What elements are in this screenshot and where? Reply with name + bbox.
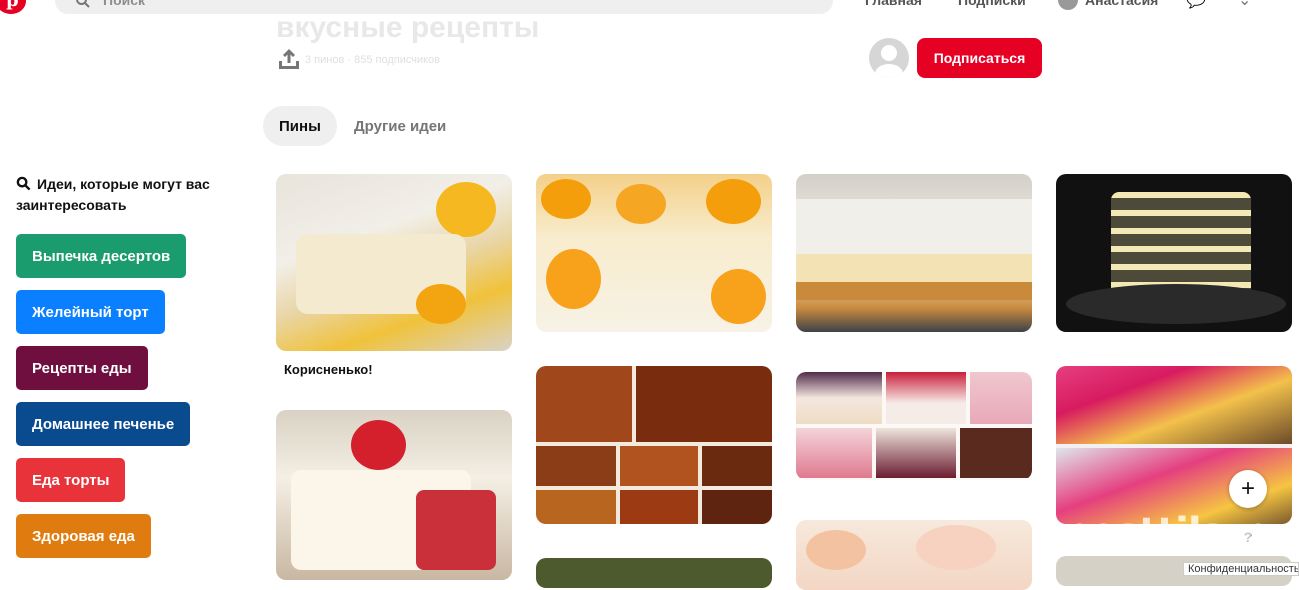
sidebar-heading: Идеи, которые могут вас заинтересовать: [16, 174, 246, 216]
top-bar: Поиск Главная Подписки Анастасия 💬 ⌄: [0, 0, 1299, 14]
nav-profile[interactable]: Анастасия: [1085, 0, 1158, 8]
pin-image-strawberry-cake[interactable]: [276, 410, 512, 580]
watermark: posttila.ru: [1062, 510, 1288, 556]
chevron-down-icon[interactable]: ⌄: [1238, 0, 1260, 10]
tab-pins[interactable]: Пины: [263, 106, 337, 146]
profile-avatar[interactable]: [1058, 0, 1078, 10]
idea-chip-cakes[interactable]: Еда торты: [16, 458, 126, 502]
board-title: вкусные рецепты: [276, 11, 540, 44]
idea-chip-homemade-cookies[interactable]: Домашнее печенье: [16, 402, 191, 446]
ideas-sidebar: Идеи, которые могут вас заинтересовать В…: [16, 174, 246, 558]
nav-following[interactable]: Подписки: [958, 0, 1026, 8]
pin-image-orange-jelly-cake[interactable]: [536, 174, 772, 332]
pinterest-logo-icon[interactable]: [0, 0, 26, 14]
privacy-link[interactable]: Конфиденциальность: [1183, 562, 1299, 576]
idea-chip-healthy-food[interactable]: Здоровая еда: [16, 514, 151, 558]
share-icon[interactable]: [276, 46, 302, 72]
nav-home[interactable]: Главная: [865, 0, 922, 8]
pin-image-cheesecake-bars[interactable]: [796, 174, 1032, 332]
pin-image-chicken-wings[interactable]: [536, 366, 772, 524]
search-icon: [16, 176, 31, 191]
search-placeholder: Поиск: [103, 0, 146, 8]
pin-image-poppy-seed-cake[interactable]: [1056, 174, 1292, 332]
user-icon: [875, 45, 903, 78]
messages-icon[interactable]: 💬: [1186, 0, 1208, 10]
pin-image-cheesecake-collage[interactable]: [796, 372, 1032, 480]
board-meta: 3 пинов · 855 подписчиков: [305, 54, 440, 66]
idea-chip-baking-desserts[interactable]: Выпечка десертов: [16, 234, 187, 278]
follow-button[interactable]: Подписаться: [917, 38, 1042, 78]
sidebar-heading-text: Идеи, которые могут вас заинтересовать: [16, 176, 210, 213]
tab-more-ideas[interactable]: Другие идеи: [338, 106, 462, 146]
search-icon: [76, 0, 90, 8]
pin-image-pastries[interactable]: [796, 520, 1032, 590]
pin-image-partial[interactable]: [536, 558, 772, 588]
idea-chip-jelly-cake[interactable]: Желейный торт: [16, 290, 165, 334]
add-pin-button[interactable]: +: [1229, 470, 1267, 508]
pin-image-sponge-cake[interactable]: [276, 174, 512, 351]
idea-chip-food-recipes[interactable]: Рецепты еды: [16, 346, 148, 390]
owner-avatar[interactable]: [869, 38, 909, 78]
pin-caption[interactable]: Корисненько!: [284, 362, 373, 377]
